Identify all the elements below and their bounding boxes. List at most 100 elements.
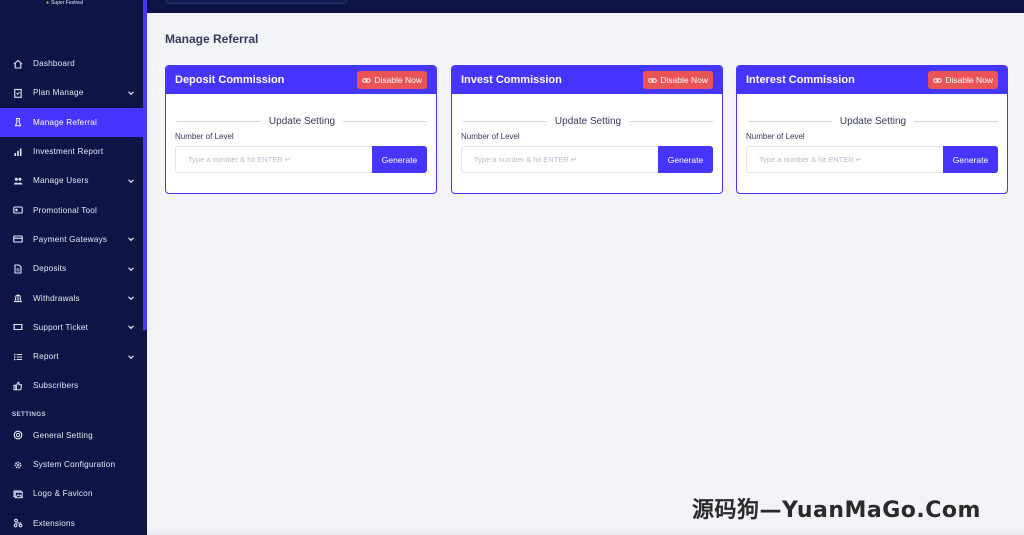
disable-now-label: Disable Now bbox=[945, 75, 993, 85]
sidebar-item-promotional-tool[interactable]: Promotional Tool bbox=[0, 195, 143, 224]
chevron-down-icon bbox=[127, 323, 135, 331]
ticket-icon bbox=[12, 322, 23, 333]
update-setting-label: Update Setting bbox=[839, 115, 907, 127]
user-icon bbox=[12, 117, 23, 128]
sidebar-item-label: Dashboard bbox=[33, 59, 75, 69]
sidebar-item-subscribers[interactable]: Subscribers bbox=[0, 371, 143, 400]
update-setting-divider: Update Setting bbox=[461, 115, 714, 127]
chevron-down-icon bbox=[127, 294, 135, 302]
divider-line bbox=[177, 120, 261, 122]
sidebar-item-extensions[interactable]: Extensions bbox=[0, 508, 143, 535]
sidebar-item-logo-favicon[interactable]: Logo & Favicon bbox=[0, 479, 143, 508]
generate-button[interactable]: Generate bbox=[658, 146, 713, 173]
sidebar-item-label: Report bbox=[33, 352, 59, 362]
number-of-level-input[interactable] bbox=[461, 146, 658, 173]
chevron-down-icon bbox=[127, 353, 135, 361]
list-icon bbox=[12, 351, 23, 362]
sitemap-icon bbox=[12, 518, 23, 529]
link-icon bbox=[648, 77, 658, 83]
brand-logo[interactable]: ● Super Festival bbox=[46, 0, 83, 6]
sidebar-item-label: Withdrawals bbox=[33, 293, 80, 303]
card-title: Deposit Commission bbox=[175, 74, 285, 86]
sidebar-item-label: Logo & Favicon bbox=[33, 489, 93, 499]
sidebar-item-investment-report[interactable]: Investment Report bbox=[0, 137, 143, 166]
sidebar-item-label: Support Ticket bbox=[33, 322, 89, 332]
card-body: Update Setting Number of Level Generate bbox=[737, 115, 1007, 173]
interest-commission-card: Interest Commission Disable Now Update S… bbox=[736, 65, 1008, 194]
credit-card-icon bbox=[12, 234, 23, 245]
sidebar-nav: Dashboard Plan Manage Manage Referral In… bbox=[0, 49, 143, 535]
card-header: Interest Commission Disable Now bbox=[737, 66, 1007, 94]
home-icon bbox=[12, 58, 23, 69]
file-invoice-icon bbox=[12, 263, 23, 274]
card-header: Deposit Commission Disable Now bbox=[166, 66, 436, 94]
sidebar-item-plan-manage[interactable]: Plan Manage bbox=[0, 78, 143, 107]
generate-button[interactable]: Generate bbox=[943, 146, 998, 173]
chevron-down-icon bbox=[127, 265, 135, 273]
sidebar-item-payment-gateways[interactable]: Payment Gateways bbox=[0, 225, 143, 254]
chevron-down-icon bbox=[127, 177, 135, 185]
page-title: Manage Referral bbox=[165, 32, 259, 46]
disable-now-label: Disable Now bbox=[374, 75, 422, 85]
level-input-group: Generate bbox=[175, 146, 427, 173]
sidebar-item-manage-referral[interactable]: Manage Referral bbox=[0, 107, 143, 137]
sidebar-item-withdrawals[interactable]: Withdrawals bbox=[0, 283, 143, 312]
card-title: Invest Commission bbox=[461, 74, 562, 86]
thumbs-up-icon bbox=[12, 380, 23, 391]
disable-now-button[interactable]: Disable Now bbox=[643, 71, 713, 89]
sidebar-item-report[interactable]: Report bbox=[0, 342, 143, 371]
card-body: Update Setting Number of Level Generate bbox=[452, 115, 722, 173]
sidebar-item-label: General Setting bbox=[33, 430, 93, 440]
divider-line bbox=[343, 120, 428, 122]
chevron-down-icon bbox=[127, 235, 135, 243]
sidebar: ● Super Festival Dashboard Plan Manage Ma… bbox=[0, 0, 147, 535]
sidebar-item-support-ticket[interactable]: Support Ticket bbox=[0, 313, 143, 342]
topbar-search-input[interactable] bbox=[166, 0, 347, 4]
invest-commission-card: Invest Commission Disable Now Update Set… bbox=[451, 65, 723, 194]
sidebar-item-label: Promotional Tool bbox=[33, 205, 98, 215]
disable-now-label: Disable Now bbox=[660, 75, 708, 85]
sidebar-item-label: Manage Referral bbox=[33, 117, 97, 127]
update-setting-label: Update Setting bbox=[554, 115, 622, 127]
divider-line bbox=[629, 120, 714, 122]
number-of-level-label: Number of Level bbox=[461, 132, 520, 141]
level-input-group: Generate bbox=[461, 146, 713, 173]
disable-now-button[interactable]: Disable Now bbox=[928, 71, 998, 89]
update-setting-divider: Update Setting bbox=[746, 115, 999, 127]
divider-line bbox=[463, 120, 547, 122]
topbar bbox=[147, 0, 1024, 13]
sidebar-scrollbar[interactable] bbox=[143, 0, 147, 330]
cog-icon bbox=[12, 459, 23, 470]
images-icon bbox=[12, 488, 23, 499]
ad-icon bbox=[12, 205, 23, 216]
sidebar-item-system-configuration[interactable]: System Configuration bbox=[0, 450, 143, 479]
clipboard-icon bbox=[12, 87, 23, 98]
number-of-level-label: Number of Level bbox=[175, 132, 234, 141]
sidebar-item-general-setting[interactable]: General Setting bbox=[0, 421, 143, 450]
sidebar-item-label: System Configuration bbox=[33, 460, 116, 469]
card-title: Interest Commission bbox=[746, 74, 855, 86]
number-of-level-input[interactable] bbox=[746, 146, 943, 173]
deposit-commission-card: Deposit Commission Disable Now Update Se… bbox=[165, 65, 437, 194]
settings-section-title: SETTINGS bbox=[12, 410, 46, 418]
divider-line bbox=[914, 120, 999, 122]
watermark-text: 源码狗—YuanMaGo.Com bbox=[692, 498, 981, 523]
disable-now-button[interactable]: Disable Now bbox=[357, 71, 427, 89]
sidebar-item-label: Plan Manage bbox=[33, 88, 84, 98]
generate-button[interactable]: Generate bbox=[372, 146, 427, 173]
card-header: Invest Commission Disable Now bbox=[452, 66, 722, 94]
sidebar-item-label: Payment Gateways bbox=[33, 234, 108, 244]
sidebar-item-deposits[interactable]: Deposits bbox=[0, 254, 143, 283]
sidebar-item-label: Manage Users bbox=[33, 176, 89, 186]
bar-chart-icon bbox=[12, 146, 23, 157]
sidebar-item-label: Subscribers bbox=[33, 381, 79, 391]
link-icon bbox=[933, 77, 943, 83]
card-body: Update Setting Number of Level Generate bbox=[166, 115, 436, 173]
star-icon: ● bbox=[46, 0, 50, 6]
number-of-level-label: Number of Level bbox=[746, 132, 805, 141]
number-of-level-input[interactable] bbox=[175, 146, 372, 173]
brand-tagline: Super Festival bbox=[51, 0, 83, 6]
sidebar-item-label: Investment Report bbox=[33, 147, 104, 157]
sidebar-item-dashboard[interactable]: Dashboard bbox=[0, 49, 143, 78]
sidebar-item-manage-users[interactable]: Manage Users bbox=[0, 166, 143, 195]
